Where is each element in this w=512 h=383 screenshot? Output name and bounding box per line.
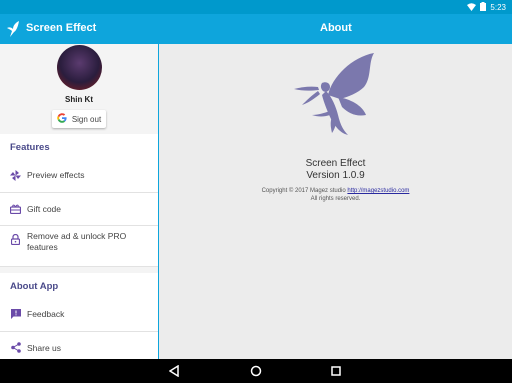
drawer-item-label: Gift code xyxy=(27,203,62,214)
wifi-icon xyxy=(467,2,477,13)
studio-link[interactable]: http://magezstudio.com xyxy=(347,188,409,194)
navigation-drawer: Shin Kt Sign out Features Preview effect… xyxy=(0,44,159,359)
drawer-item-label: Share us xyxy=(27,342,62,353)
about-app-title: Screen Effect xyxy=(305,158,366,169)
back-icon[interactable] xyxy=(168,365,180,377)
avatar[interactable] xyxy=(57,45,102,90)
recents-icon[interactable] xyxy=(330,365,342,377)
user-name: Shin Kt xyxy=(65,95,93,104)
share-icon xyxy=(10,342,21,354)
label-line-1: Remove ad & unlock PRO xyxy=(27,231,127,241)
profile-header: Shin Kt Sign out xyxy=(0,44,158,134)
section-about-app: About App xyxy=(10,281,59,292)
about-content: Screen Effect Version 1.0.9 Copyright © … xyxy=(159,44,512,359)
about-version: Version 1.0.9 xyxy=(306,170,365,181)
drawer-item-label: Preview effects xyxy=(27,170,85,181)
gift-icon xyxy=(10,203,21,214)
navigation-bar xyxy=(0,359,512,383)
feedback-icon xyxy=(10,309,21,320)
status-bar: 5:23 xyxy=(0,0,512,14)
about-copyright: Copyright © 2017 Magez studio http://mag… xyxy=(159,188,512,194)
fairy-logo-icon xyxy=(292,53,376,135)
status-time: 5:23 xyxy=(490,3,506,12)
copyright-text: Copyright © 2017 Magez studio xyxy=(261,188,348,194)
sign-out-button[interactable]: Sign out xyxy=(52,110,106,128)
page-title: About xyxy=(320,22,352,34)
app-title: Screen Effect xyxy=(26,22,97,34)
drawer-item-remove-ad[interactable]: Remove ad & unlock PRO features xyxy=(0,226,158,267)
about-rights: All rights reserved. xyxy=(310,196,361,202)
drawer-item-label: Feedback xyxy=(27,309,65,320)
label-line-2: features xyxy=(27,242,58,252)
drawer-item-preview-effects[interactable]: Preview effects xyxy=(0,159,158,193)
battery-icon xyxy=(480,2,487,13)
lock-icon xyxy=(10,234,21,245)
sign-out-label: Sign out xyxy=(71,114,102,124)
drawer-item-feedback[interactable]: Feedback xyxy=(0,298,158,332)
section-features: Features xyxy=(10,142,50,153)
drawer-item-gift-code[interactable]: Gift code xyxy=(0,193,158,226)
home-icon[interactable] xyxy=(250,365,262,377)
pinwheel-icon xyxy=(10,169,21,181)
fairy-logo-icon[interactable] xyxy=(6,21,20,37)
app-bar: Screen Effect About xyxy=(0,14,512,44)
google-icon xyxy=(57,113,67,125)
drawer-item-share-us[interactable]: Share us xyxy=(0,332,158,360)
drawer-item-label: Remove ad & unlock PRO features xyxy=(27,231,126,253)
